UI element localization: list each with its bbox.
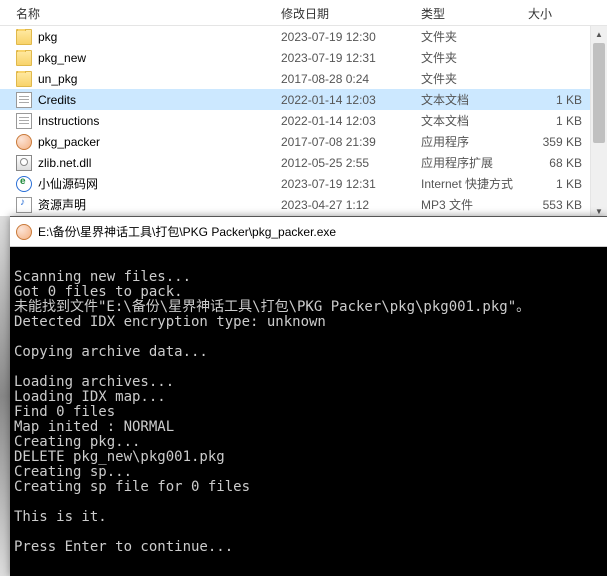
file-date: 2023-07-19 12:30 — [275, 30, 415, 44]
file-date: 2017-07-08 21:39 — [275, 135, 415, 149]
file-type: 应用程序扩展 — [415, 154, 522, 171]
console-output: Scanning new files... Got 0 files to pac… — [10, 247, 607, 563]
link-icon — [16, 176, 32, 192]
console-title-text: E:\备份\星界神话工具\打包\PKG Packer\pkg_packer.ex… — [38, 223, 336, 240]
file-size: 553 KB — [522, 198, 588, 212]
file-size: 1 KB — [522, 177, 588, 191]
mp3-icon — [16, 197, 32, 213]
file-size: 359 KB — [522, 135, 588, 149]
column-header-size[interactable]: 大小 — [522, 0, 582, 25]
folder-icon — [16, 71, 32, 87]
file-date: 2023-04-27 1:12 — [275, 198, 415, 212]
vertical-scrollbar[interactable]: ▲ ▼ — [590, 26, 607, 220]
file-row[interactable]: Instructions 2022-01-14 12:03文本文档1 KB — [0, 110, 607, 131]
file-row[interactable]: pkg 2023-07-19 12:30文件夹 — [0, 26, 607, 47]
file-name: Credits — [38, 93, 76, 107]
file-type: Internet 快捷方式 — [415, 175, 522, 192]
file-row[interactable]: Credits 2022-01-14 12:03文本文档1 KB — [0, 89, 607, 110]
file-type: 文件夹 — [415, 49, 522, 66]
scrollbar-thumb[interactable] — [593, 43, 605, 143]
file-name: Instructions — [38, 114, 99, 128]
file-type: 应用程序 — [415, 133, 522, 150]
file-name: pkg_packer — [38, 135, 100, 149]
window-edge-shadow — [0, 216, 10, 576]
file-name: 小仙源码网 — [38, 175, 98, 192]
file-size: 1 KB — [522, 114, 588, 128]
console-window: E:\备份\星界神话工具\打包\PKG Packer\pkg_packer.ex… — [10, 216, 607, 576]
column-header-type[interactable]: 类型 — [415, 0, 522, 25]
file-type: 文件夹 — [415, 70, 522, 87]
folder-icon — [16, 50, 32, 66]
file-list: pkg2023-07-19 12:30文件夹pkg_new2023-07-19 … — [0, 26, 607, 215]
file-row[interactable]: 小仙源码网 2023-07-19 12:31Internet 快捷方式1 KB — [0, 173, 607, 194]
file-type: 文件夹 — [415, 28, 522, 45]
file-row[interactable]: pkg_new 2023-07-19 12:31文件夹 — [0, 47, 607, 68]
exe-icon — [16, 134, 32, 150]
file-size: 1 KB — [522, 93, 588, 107]
text-icon — [16, 113, 32, 129]
column-header-name[interactable]: 名称 — [0, 0, 275, 25]
file-type: MP3 文件 — [415, 196, 522, 213]
file-name: un_pkg — [38, 72, 77, 86]
file-type: 文本文档 — [415, 112, 522, 129]
file-name: 资源声明 — [38, 196, 86, 213]
file-type: 文本文档 — [415, 91, 522, 108]
file-row[interactable]: zlib.net.dll 2012-05-25 2:55应用程序扩展68 KB — [0, 152, 607, 173]
column-header-date[interactable]: 修改日期 — [275, 0, 415, 25]
folder-icon — [16, 29, 32, 45]
file-name: pkg — [38, 30, 57, 44]
file-name: zlib.net.dll — [38, 156, 91, 170]
file-date: 2017-08-28 0:24 — [275, 72, 415, 86]
file-date: 2023-07-19 12:31 — [275, 177, 415, 191]
file-row[interactable]: pkg_packer 2017-07-08 21:39应用程序359 KB — [0, 131, 607, 152]
column-header-row: 名称 修改日期 类型 大小 — [0, 0, 607, 26]
file-date: 2023-07-19 12:31 — [275, 51, 415, 65]
scroll-up-button[interactable]: ▲ — [591, 26, 607, 43]
file-explorer: 名称 修改日期 类型 大小 pkg2023-07-19 12:30文件夹pkg_… — [0, 0, 607, 220]
file-size: 68 KB — [522, 156, 588, 170]
file-date: 2022-01-14 12:03 — [275, 93, 415, 107]
text-icon — [16, 92, 32, 108]
file-date: 2022-01-14 12:03 — [275, 114, 415, 128]
file-name: pkg_new — [38, 51, 86, 65]
app-icon — [16, 224, 32, 240]
file-date: 2012-05-25 2:55 — [275, 156, 415, 170]
file-row[interactable]: un_pkg 2017-08-28 0:24文件夹 — [0, 68, 607, 89]
console-titlebar[interactable]: E:\备份\星界神话工具\打包\PKG Packer\pkg_packer.ex… — [10, 217, 607, 247]
file-row[interactable]: 资源声明 2023-04-27 1:12MP3 文件553 KB — [0, 194, 607, 215]
dll-icon — [16, 155, 32, 171]
